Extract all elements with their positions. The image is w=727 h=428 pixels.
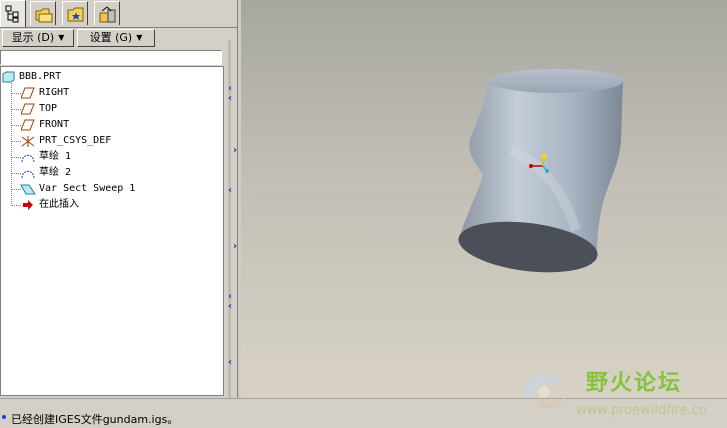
tab-favorites[interactable] <box>62 1 88 25</box>
sweep-top-edge[interactable] <box>489 69 623 93</box>
status-message: 已经创建IGES文件gundam.igs。 <box>11 413 179 426</box>
tree-connector <box>12 93 21 94</box>
tree-item-label: 草绘 2 <box>39 167 72 178</box>
favorites-icon <box>67 7 84 22</box>
display-menu-label: 显示 (D) <box>11 31 55 44</box>
watermark-title: 野火论坛 <box>586 371 683 396</box>
tree-item-label: 在此插入 <box>39 199 79 210</box>
part-icon <box>2 71 15 83</box>
chevron-left-icon[interactable]: ‹ <box>228 302 232 312</box>
part-model-3d[interactable] <box>241 0 727 398</box>
tree-connector-line <box>11 83 12 206</box>
tree-filter-field[interactable] <box>0 50 222 65</box>
tree-connector <box>12 157 21 158</box>
tree-connector <box>12 173 21 174</box>
tab-model-tree[interactable] <box>0 0 26 27</box>
tree-item-label: FRONT <box>39 119 70 130</box>
chevron-down-icon: ▼ <box>58 33 65 42</box>
settings-menu-button[interactable]: 设置 (G) ▼ <box>77 29 155 47</box>
watermark-logo-icon <box>522 375 566 410</box>
tree-item-label: Var Sect Sweep 1 <box>39 183 136 194</box>
navigator-tab-strip <box>0 0 237 28</box>
insert-here-arrow-icon <box>23 200 33 210</box>
tab-folder-browser[interactable] <box>30 1 56 25</box>
chevron-left-icon[interactable]: ‹ <box>228 186 232 196</box>
tree-item-label: BBB.PRT <box>19 71 62 82</box>
navigator-panel: 显示 (D) ▼ 设置 (G) ▼ BBB.PRT RIGHT TOP FRON… <box>0 0 237 398</box>
panel-splitter[interactable]: ‹ ‹ › ‹ › ‹ ‹ ‹ <box>224 40 237 398</box>
tab-connections[interactable] <box>94 1 120 25</box>
tree-connector <box>12 205 21 206</box>
tree-item-label: TOP <box>39 103 58 114</box>
tree-connector <box>12 125 21 126</box>
datum-plane-icon <box>21 119 35 131</box>
connections-icon <box>99 6 116 23</box>
settings-menu-label: 设置 (G) <box>89 31 133 44</box>
tree-connector <box>12 141 21 142</box>
tree-connector <box>12 189 21 190</box>
sweep-feature-icon <box>20 184 36 195</box>
coordinate-system-icon <box>21 136 35 147</box>
chevron-left-icon[interactable]: ‹ <box>228 358 232 368</box>
sketch-icon <box>21 170 35 179</box>
tree-connector <box>12 109 21 110</box>
watermark-url: www.proewildfire.cn <box>576 403 707 418</box>
navigator-menu-bar: 显示 (D) ▼ 设置 (G) ▼ <box>0 28 237 50</box>
graphics-viewport[interactable] <box>241 0 727 398</box>
model-tree: BBB.PRT RIGHT TOP FRONT PRT_CSYS_DEF 草绘 … <box>0 66 224 396</box>
forum-watermark: 野火论坛 www.proewildfire.cn <box>514 362 724 422</box>
datum-plane-icon <box>21 103 35 115</box>
status-bullet-icon <box>2 415 6 419</box>
tree-item-label: PRT_CSYS_DEF <box>39 135 112 146</box>
datum-plane-icon <box>21 87 35 99</box>
chevron-left-icon[interactable]: ‹ <box>228 94 232 104</box>
display-menu-button[interactable]: 显示 (D) ▼ <box>2 29 74 47</box>
model-tree-icon <box>5 5 19 23</box>
chevron-down-icon: ▼ <box>136 33 143 42</box>
tree-item-label: RIGHT <box>39 87 70 98</box>
tree-item-label: 草绘 1 <box>39 151 72 162</box>
folder-browser-icon <box>35 8 53 23</box>
sketch-icon <box>21 154 35 163</box>
